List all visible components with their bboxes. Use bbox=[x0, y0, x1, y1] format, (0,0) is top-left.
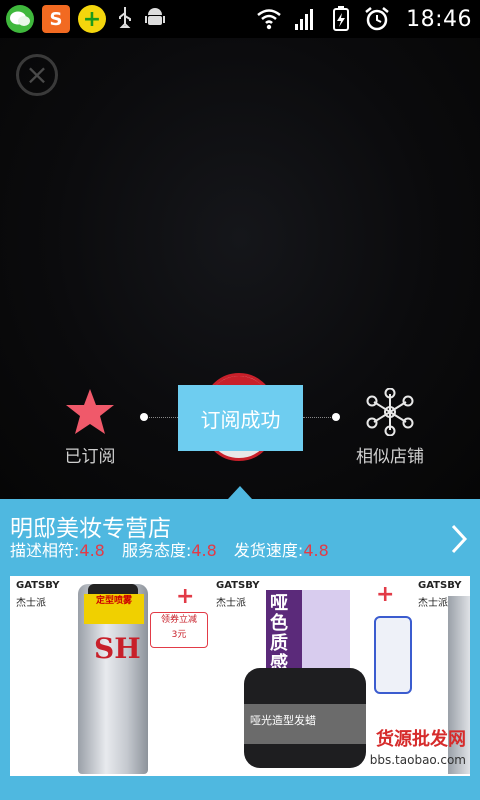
plus-icon: + bbox=[176, 584, 195, 609]
sogou-icon: S bbox=[42, 5, 70, 33]
shop-promo-banner[interactable]: GATSBY 杰士派 定型喷雾 SH + 领券立减 3元 GATSBY 杰士派 … bbox=[10, 576, 470, 776]
android-icon bbox=[144, 6, 166, 33]
chevron-right-icon[interactable] bbox=[450, 523, 468, 555]
connector-dot-right bbox=[332, 413, 340, 421]
subscribed-button[interactable]: 已订阅 bbox=[50, 388, 130, 467]
rating-service: 服务态度:4.8 bbox=[121, 541, 217, 560]
wifi-icon bbox=[257, 9, 281, 30]
brand-cn-left: 杰士派 bbox=[16, 598, 46, 609]
network-icon bbox=[366, 388, 414, 436]
brand-cn-right: 杰士派 bbox=[418, 598, 448, 609]
usb-icon bbox=[114, 6, 136, 33]
clock: 18:46 bbox=[406, 6, 472, 32]
brand-logo-center: GATSBY bbox=[216, 580, 260, 591]
wechat-icon bbox=[6, 5, 34, 33]
battery-charging-icon bbox=[333, 6, 350, 31]
brand-cn-center: 杰士派 bbox=[216, 598, 246, 609]
panel-pointer bbox=[228, 486, 252, 499]
brand-logo-right: GATSBY bbox=[418, 580, 462, 591]
notification-icons: S + bbox=[0, 5, 166, 33]
brand-logo-left: GATSBY bbox=[16, 580, 60, 591]
shop-info-panel[interactable]: 明邸美妆专营店 描述相符:4.8 服务态度:4.8 发货速度:4.8 GATSB… bbox=[0, 499, 480, 800]
rating-description: 描述相符:4.8 bbox=[10, 541, 105, 560]
360-security-icon: + bbox=[78, 5, 106, 33]
signal-icon bbox=[295, 9, 314, 30]
close-button[interactable]: × bbox=[16, 54, 58, 96]
connector-dot-left bbox=[140, 413, 148, 421]
watermark: 货源批发网 bbs.taobao.com bbox=[369, 729, 466, 768]
plus-icon-right: + bbox=[376, 582, 395, 607]
spray-tag: 定型喷雾 bbox=[84, 594, 144, 624]
star-icon bbox=[66, 389, 114, 434]
coupon-tag: 领券立减 3元 bbox=[150, 612, 208, 648]
shop-ratings: 描述相符:4.8 服务态度:4.8 发货速度:4.8 bbox=[10, 537, 341, 561]
system-tray: 18:46 bbox=[256, 0, 472, 38]
similar-shops-button[interactable]: 相似店铺 bbox=[350, 388, 430, 467]
wax-jar-image: 哑光造型发蜡 bbox=[244, 668, 366, 768]
wax-box-image: 哑色质感 bbox=[266, 590, 350, 674]
rating-shipping: 发货速度:4.8 bbox=[233, 541, 329, 560]
alarm-icon bbox=[365, 7, 389, 31]
subscribe-success-toast: 订阅成功 bbox=[178, 385, 303, 451]
subscribed-label: 已订阅 bbox=[64, 447, 116, 467]
status-bar: S + 18:46 bbox=[0, 0, 480, 38]
tube-image bbox=[374, 616, 412, 694]
connector-line-right bbox=[303, 417, 333, 418]
similar-shops-label: 相似店铺 bbox=[356, 447, 424, 467]
connector-line-left bbox=[146, 417, 178, 418]
close-icon: × bbox=[25, 58, 49, 91]
spray-sh-mark: SH bbox=[94, 632, 141, 665]
